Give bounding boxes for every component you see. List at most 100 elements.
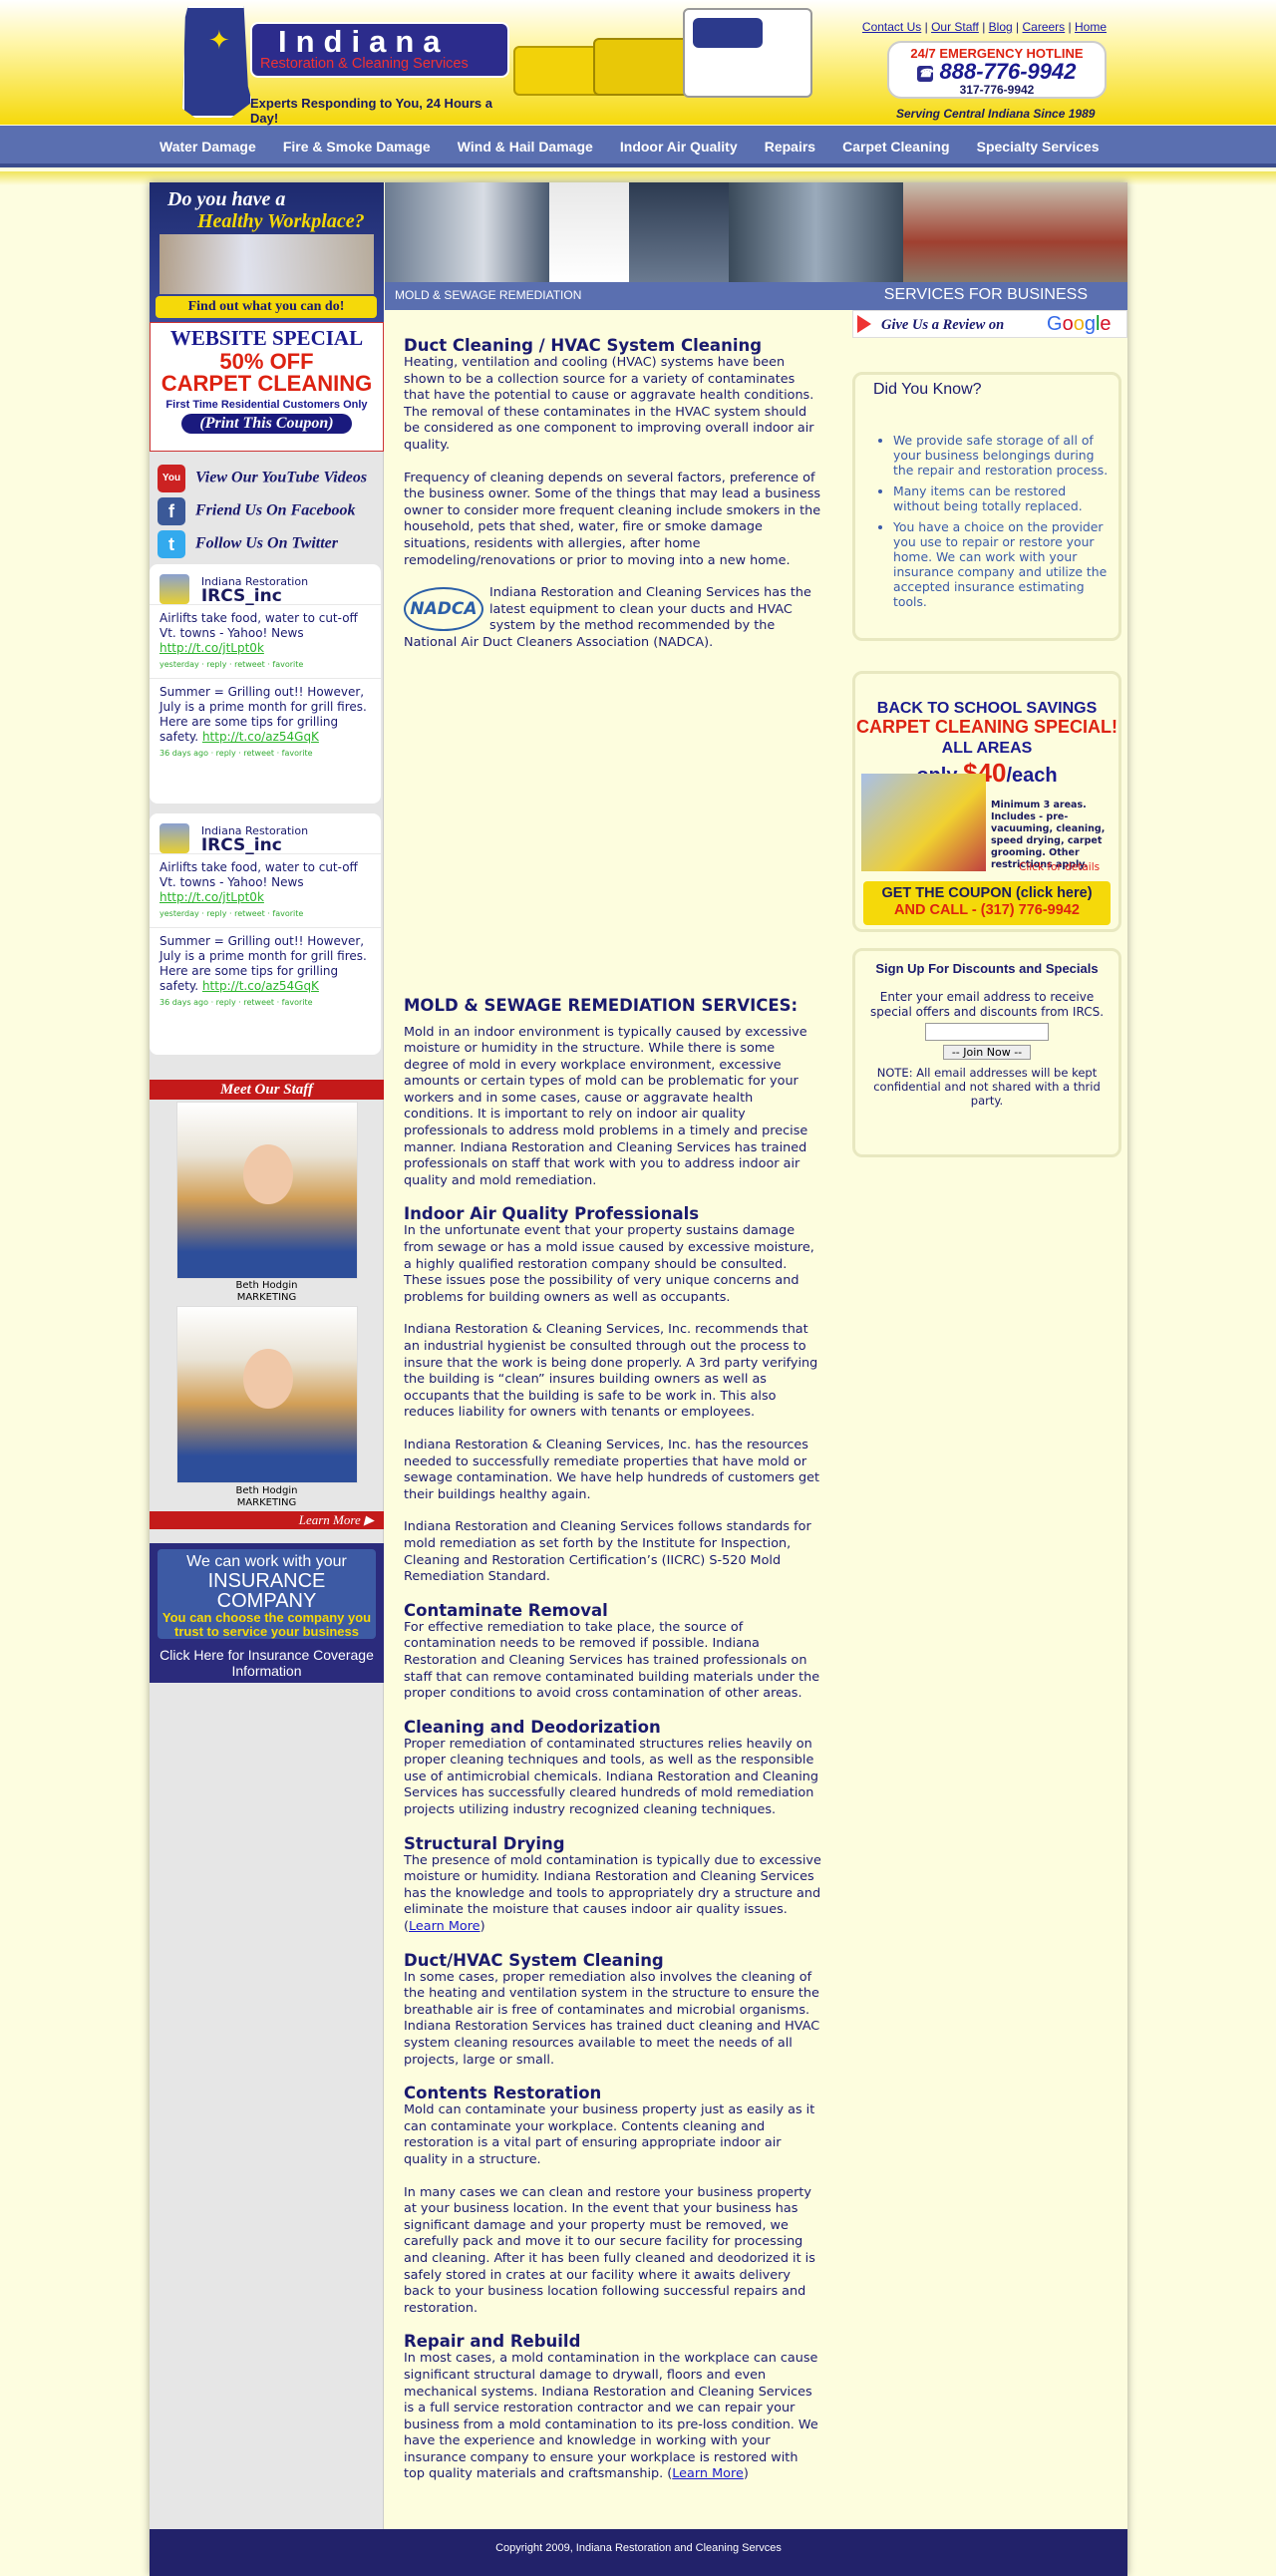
- paragraph: The presence of mold contamination is ty…: [404, 1852, 821, 1918]
- twitter-avatar[interactable]: [160, 823, 189, 853]
- staff-role: MARKETING: [236, 1497, 297, 1508]
- tweet: Airlifts take food, water to cut-off Vt.…: [150, 604, 381, 678]
- hotline-number: 888-776-9942: [939, 59, 1077, 84]
- serving-since: Serving Central Indiana Since 1989: [896, 107, 1096, 121]
- twitter-avatar[interactable]: [160, 574, 189, 604]
- staff-caption: Beth Hodgin MARKETING: [150, 1280, 384, 1304]
- carpet-cleaning-image: [861, 774, 986, 871]
- breadcrumb-bar: MOLD & SEWAGE REMEDIATION SERVICES FOR B…: [385, 282, 1127, 310]
- business-photos-banner: [385, 182, 1127, 282]
- signup-note: NOTE: All email addresses will be kept c…: [873, 1066, 1101, 1108]
- tweet-meta[interactable]: 36 days ago · reply · retweet · favorite: [160, 998, 313, 1007]
- tweet-text: Airlifts take food, water to cut-off Vt.…: [160, 611, 358, 640]
- page-frame: Do you have a Healthy Workplace? Find ou…: [150, 182, 1127, 2576]
- email-field[interactable]: [925, 1023, 1049, 1041]
- paragraph: Proper remediation of contaminated struc…: [404, 1736, 818, 1818]
- google-review-button[interactable]: Give Us a Review on Google: [852, 310, 1127, 338]
- tweet: Summer = Grilling out!! However, July is…: [150, 678, 381, 767]
- paragraph: Mold in an indoor environment is typical…: [404, 1024, 808, 1188]
- twitter-widget: Indiana Restoration IRCS_inc Airlifts ta…: [150, 813, 381, 1055]
- insurance-banner[interactable]: We can work with your INSURANCE COMPANY …: [150, 1543, 384, 1683]
- tweet-link[interactable]: http://t.co/az54GqK: [202, 979, 319, 993]
- staff-role: MARKETING: [236, 1292, 297, 1303]
- workplace-question-2: Healthy Workplace?: [197, 210, 365, 232]
- did-you-know-box: Did You Know? We provide safe storage of…: [852, 372, 1121, 641]
- careers-link[interactable]: Careers: [1023, 20, 1066, 34]
- business-people-image: [160, 234, 374, 294]
- promo-subtitle: CARPET CLEANING SPECIAL!: [855, 717, 1117, 737]
- nadca-logo: NADCA: [404, 587, 483, 632]
- youtube-link[interactable]: You Tube View Our YouTube Videos: [158, 465, 382, 511]
- staff-learn-more-button[interactable]: Learn More ▶: [150, 1511, 384, 1529]
- promo-areas: ALL AREAS: [941, 740, 1033, 757]
- special-note: First Time Residential Customers Only: [165, 399, 368, 411]
- paragraph: Indiana Restoration & Cleaning Services,…: [404, 1322, 818, 1421]
- print-coupon-button[interactable]: (Print This Coupon): [181, 414, 352, 434]
- tweet-text: Airlifts take food, water to cut-off Vt.…: [160, 860, 358, 889]
- healthy-workplace-banner[interactable]: Do you have a Healthy Workplace? Find ou…: [150, 182, 384, 322]
- twitter-handle[interactable]: IRCS_inc: [201, 835, 282, 855]
- duct-cleaning-heading: Duct Cleaning / HVAC System Cleaning: [404, 336, 763, 355]
- nav-water-damage[interactable]: Water Damage: [160, 139, 256, 155]
- website-special-coupon[interactable]: WEBSITE SPECIAL 50% OFF CARPET CLEANING …: [150, 322, 384, 452]
- learn-more-link[interactable]: Learn More: [672, 2466, 744, 2481]
- join-now-button[interactable]: -- Join Now --: [942, 1045, 1032, 1060]
- paragraph: In the unfortunate event that your prope…: [404, 1223, 814, 1305]
- signup-title: Sign Up For Discounts and Specials: [875, 961, 1099, 976]
- learn-more-label: Learn More: [298, 1512, 361, 1527]
- tweet-meta[interactable]: yesterday · reply · retweet · favorite: [160, 909, 303, 918]
- did-you-know-title: Did You Know?: [873, 381, 982, 398]
- learn-more-link[interactable]: Learn More: [409, 1919, 480, 1934]
- tweet: Summer = Grilling out!! However, July is…: [150, 927, 381, 1016]
- signup-text: Enter your email address to receive spec…: [869, 990, 1105, 1019]
- twitter-icon: t: [158, 530, 185, 558]
- home-link[interactable]: Home: [1075, 20, 1107, 34]
- youtube-label: View Our YouTube Videos: [195, 469, 368, 486]
- emergency-hotline: 24/7 EMERGENCY HOTLINE ☎ 888-776-9942 317…: [887, 41, 1107, 99]
- our-staff-link[interactable]: Our Staff: [931, 20, 979, 34]
- promo-title: BACK TO SCHOOL SAVINGS: [876, 700, 1098, 717]
- nav-fire-smoke-damage[interactable]: Fire & Smoke Damage: [283, 139, 431, 155]
- nav-repairs[interactable]: Repairs: [765, 139, 815, 155]
- local-number: 317-776-9942: [959, 83, 1035, 97]
- tweet-meta[interactable]: 36 days ago · reply · retweet · favorite: [160, 749, 313, 758]
- indoor-air-quality-heading: Indoor Air Quality Professionals: [404, 1204, 700, 1224]
- cleaning-deodorization-heading: Cleaning and Deodorization: [404, 1717, 661, 1737]
- nav-carpet-cleaning[interactable]: Carpet Cleaning: [842, 139, 949, 155]
- repair-rebuild-heading: Repair and Rebuild: [404, 2332, 581, 2352]
- list-item: Many items can be restored without being…: [893, 483, 1109, 513]
- promo-click-details[interactable]: Click for details: [1019, 861, 1100, 873]
- contents-restoration-heading: Contents Restoration: [404, 2084, 602, 2103]
- indiana-state-icon: ✦: [182, 6, 252, 118]
- insurance-line-3: You can choose the company you trust to …: [161, 1610, 372, 1639]
- tweet-link[interactable]: http://t.co/jtLpt0k: [160, 890, 264, 904]
- mold-remediation-heading: MOLD & SEWAGE REMEDIATION SERVICES:: [404, 995, 798, 1015]
- logo-tagline: Experts Responding to You, 24 Hours a Da…: [250, 96, 492, 126]
- duct-hvac-heading: Duct/HVAC System Cleaning: [404, 1950, 664, 1970]
- tweet-link[interactable]: http://t.co/jtLpt0k: [160, 641, 264, 655]
- nav-wind-hail-damage[interactable]: Wind & Hail Damage: [458, 139, 593, 155]
- workplace-cta[interactable]: Find out what you can do!: [156, 296, 377, 318]
- get-coupon-button[interactable]: GET THE COUPON (click here) AND CALL - (…: [863, 881, 1111, 925]
- special-title: WEBSITE SPECIAL: [169, 326, 364, 350]
- signup-box: Sign Up For Discounts and Specials Enter…: [852, 948, 1121, 1157]
- staff-name: Beth Hodgin: [235, 1280, 298, 1291]
- tweet-meta[interactable]: yesterday · reply · retweet · favorite: [160, 660, 303, 669]
- back-to-school-promo[interactable]: BACK TO SCHOOL SAVINGS CARPET CLEANING S…: [852, 671, 1121, 932]
- logo-subtitle: Restoration & Cleaning Services: [260, 56, 469, 72]
- tweet-link[interactable]: http://t.co/az54GqK: [202, 730, 319, 744]
- special-offer-percent: 50% OFF: [219, 349, 314, 374]
- insurance-coverage-link[interactable]: Click Here for Insurance Coverage Inform…: [150, 1647, 384, 1679]
- services-for-business-label: SERVICES FOR BUSINESS: [883, 286, 1088, 303]
- nav-specialty-services[interactable]: Specialty Services: [977, 139, 1100, 155]
- facebook-link[interactable]: f Friend Us On Facebook: [158, 497, 382, 530]
- paragraph: Mold can contaminate your business prope…: [404, 2102, 815, 2167]
- blog-link[interactable]: Blog: [989, 20, 1013, 34]
- twitter-link[interactable]: t Follow Us On Twitter: [158, 530, 382, 563]
- contact-us-link[interactable]: Contact Us: [862, 20, 921, 34]
- paragraph: In most cases, a mold contamination in t…: [404, 2351, 818, 2482]
- site-logo[interactable]: ✦ Indiana Restoration & Cleaning Service…: [182, 6, 521, 126]
- nav-indoor-air-quality[interactable]: Indoor Air Quality: [620, 139, 738, 155]
- twitter-handle[interactable]: IRCS_inc: [201, 586, 282, 606]
- arrow-right-icon: [857, 315, 871, 333]
